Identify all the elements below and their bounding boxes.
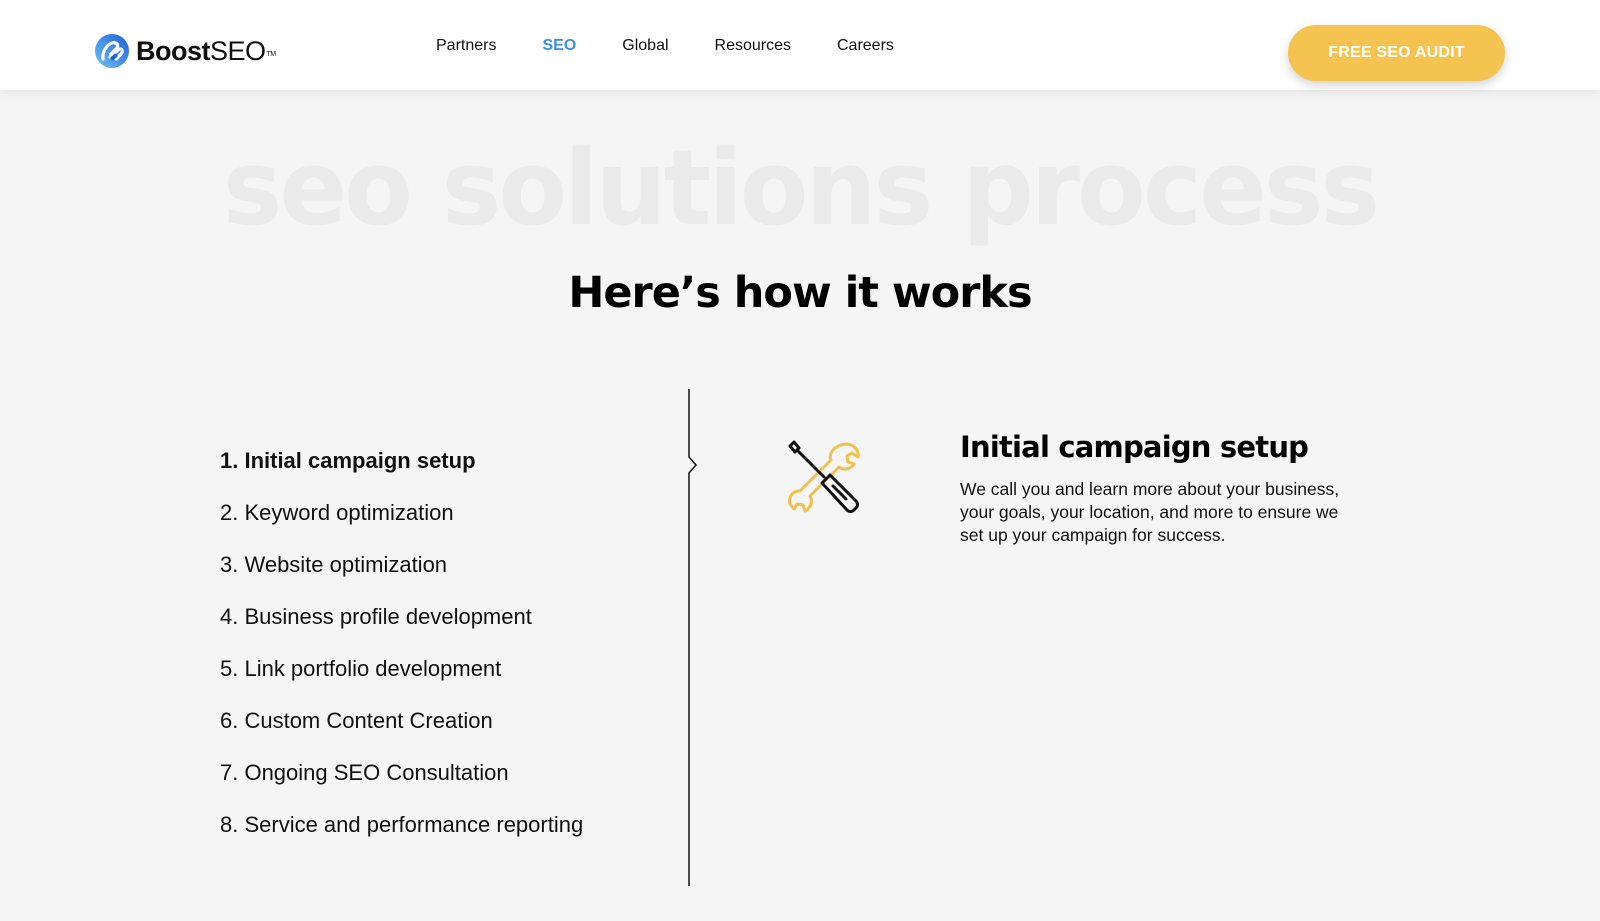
main-nav: Partners SEO Global Resources Careers [436,36,940,56]
nav-partners[interactable]: Partners [436,36,496,56]
boostseo-logo-icon [95,34,129,68]
logo-brand-bold: Boost [136,36,211,66]
step-item-business-profile-development[interactable]: 4. Business profile development [220,604,583,656]
nav-seo[interactable]: SEO [542,36,576,56]
logo-brand-light: SEO [210,36,266,66]
free-seo-audit-button[interactable]: FREE SEO AUDIT [1288,25,1505,81]
nav-careers[interactable]: Careers [837,36,894,56]
step-item-service-performance-reporting[interactable]: 8. Service and performance reporting [220,812,583,864]
step-item-initial-campaign-setup[interactable]: 1. Initial campaign setup [220,448,583,500]
step-divider-with-pointer [688,389,697,886]
step-detail-title: Initial campaign setup [960,430,1309,464]
logo-link[interactable]: BoostSEOTM [94,33,276,69]
step-detail-description: We call you and learn more about your bu… [960,479,1340,545]
nav-resources[interactable]: Resources [715,36,791,56]
wrench-screwdriver-icon [788,440,860,513]
step-item-keyword-optimization[interactable]: 2. Keyword optimization [220,500,583,552]
nav-global[interactable]: Global [622,36,668,56]
background-watermark-title: seo solutions process [222,127,1380,249]
logo-trademark: TM [266,51,277,58]
step-item-ongoing-seo-consultation[interactable]: 7. Ongoing SEO Consultation [220,760,583,812]
process-steps-list: 1. Initial campaign setup 2. Keyword opt… [220,448,583,864]
step-item-link-portfolio-development[interactable]: 5. Link portfolio development [220,656,583,708]
step-item-website-optimization[interactable]: 3. Website optimization [220,552,583,604]
page-title: Here’s how it works [568,268,1032,318]
logo-wordmark: BoostSEOTM [136,33,276,69]
step-item-custom-content-creation[interactable]: 6. Custom Content Creation [220,708,583,760]
site-header: BoostSEOTM Partners SEO Global Resources… [0,0,1600,90]
